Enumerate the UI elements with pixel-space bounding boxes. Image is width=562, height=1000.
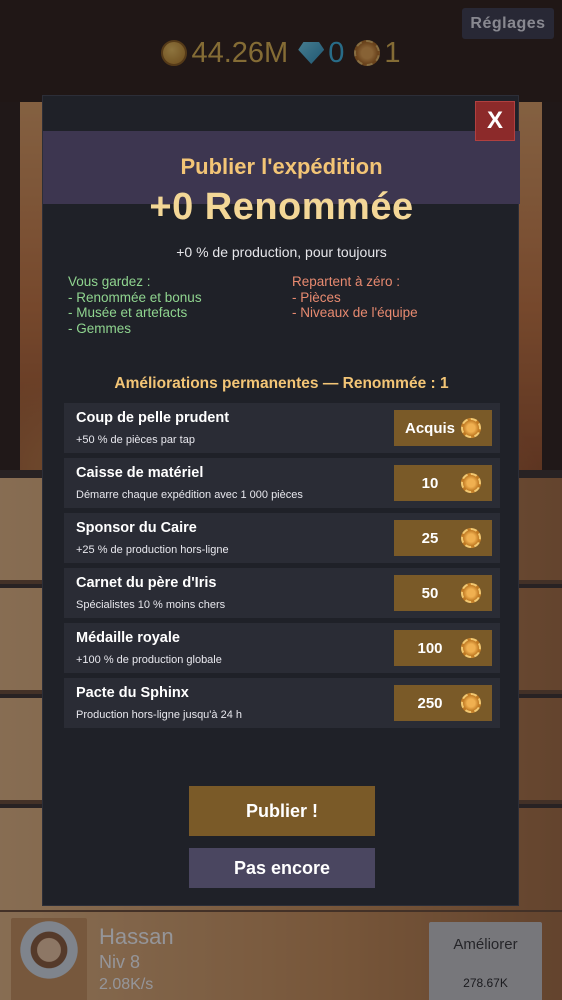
- upgrade-description: +100 % de production globale: [76, 654, 222, 666]
- renown-medal-icon: [461, 583, 481, 603]
- kept-item: - Musée et artefacts: [68, 305, 188, 320]
- upgrade-name: Carnet du père d'Iris: [76, 575, 217, 591]
- upgrade-name: Coup de pelle prudent: [76, 410, 230, 426]
- upgrade-description: Démarre chaque expédition avec 1 000 piè…: [76, 489, 303, 501]
- kept-item: - Renommée et bonus: [68, 289, 202, 305]
- upgrade-buy-button[interactable]: 50: [394, 575, 492, 611]
- dialog-subtitle: +0 % de production, pour toujours: [176, 244, 387, 260]
- upgrade-description: +25 % de production hors-ligne: [76, 544, 229, 556]
- reset-heading: Repartent à zéro :: [292, 274, 401, 289]
- upgrade-name: Pacte du Sphinx: [76, 685, 189, 701]
- upgrade-cost: 10: [421, 474, 439, 492]
- upgrade-name: Sponsor du Caire: [76, 520, 197, 536]
- upgrade-buy-button[interactable]: Acquis: [394, 410, 492, 446]
- upgrade-buy-button[interactable]: 250: [394, 685, 492, 721]
- publish-expedition-dialog: X Publier l'expédition +0 Renommée +0 % …: [42, 95, 520, 906]
- upgrade-description: Production hors-ligne jusqu'à 24 h: [76, 709, 242, 721]
- upgrade-row: Coup de pelle prudent +50 % de pièces pa…: [64, 403, 500, 453]
- upgrade-description: Spécialistes 10 % moins chers: [76, 599, 226, 611]
- renown-medal-icon: [461, 418, 481, 438]
- reset-item: - Niveaux de l'équipe: [292, 305, 418, 320]
- upgrade-cost: 100: [417, 639, 443, 657]
- upgrade-cost: 250: [417, 694, 443, 712]
- kept-list: Vous gardez : - Renommée et bonus - Musé…: [68, 274, 288, 336]
- kept-item: - Gemmes: [68, 320, 132, 336]
- permanent-upgrades-title: Améliorations permanentes — Renommée : 1: [114, 375, 449, 392]
- upgrade-buy-button[interactable]: 10: [394, 465, 492, 501]
- upgrade-row: Caisse de matériel Démarre chaque expédi…: [64, 458, 500, 508]
- upgrade-row: Médaille royale +100 % de production glo…: [64, 623, 500, 673]
- upgrade-buy-button[interactable]: 100: [394, 630, 492, 666]
- upgrade-name: Caisse de matériel: [76, 465, 204, 481]
- upgrade-buy-button[interactable]: 25: [394, 520, 492, 556]
- dialog-title: Publier l'expédition: [180, 154, 383, 179]
- permanent-upgrades-list: Coup de pelle prudent +50 % de pièces pa…: [64, 403, 500, 733]
- upgrade-row: Sponsor du Caire +25 % de production hor…: [64, 513, 500, 563]
- renown-medal-icon: [461, 528, 481, 548]
- close-button[interactable]: X: [475, 101, 515, 141]
- upgrade-cost: 50: [421, 584, 439, 602]
- reset-list: Repartent à zéro : - Pièces - Niveaux de…: [292, 274, 502, 321]
- upgrade-row: Pacte du Sphinx Production hors-ligne ju…: [64, 678, 500, 728]
- upgrade-row: Carnet du père d'Iris Spécialistes 10 % …: [64, 568, 500, 618]
- reset-item: - Pièces: [292, 289, 341, 305]
- publish-button[interactable]: Publier !: [189, 786, 375, 836]
- renown-gain: +0 Renommée: [149, 186, 414, 228]
- kept-heading: Vous gardez :: [68, 274, 151, 289]
- upgrade-name: Médaille royale: [76, 630, 180, 646]
- upgrade-cost: 25: [421, 529, 439, 547]
- upgrade-description: +50 % de pièces par tap: [76, 434, 195, 446]
- renown-medal-icon: [461, 473, 481, 493]
- renown-medal-icon: [461, 693, 481, 713]
- upgrade-cost: Acquis: [405, 419, 456, 437]
- renown-medal-icon: [461, 638, 481, 658]
- not-yet-button[interactable]: Pas encore: [189, 848, 375, 888]
